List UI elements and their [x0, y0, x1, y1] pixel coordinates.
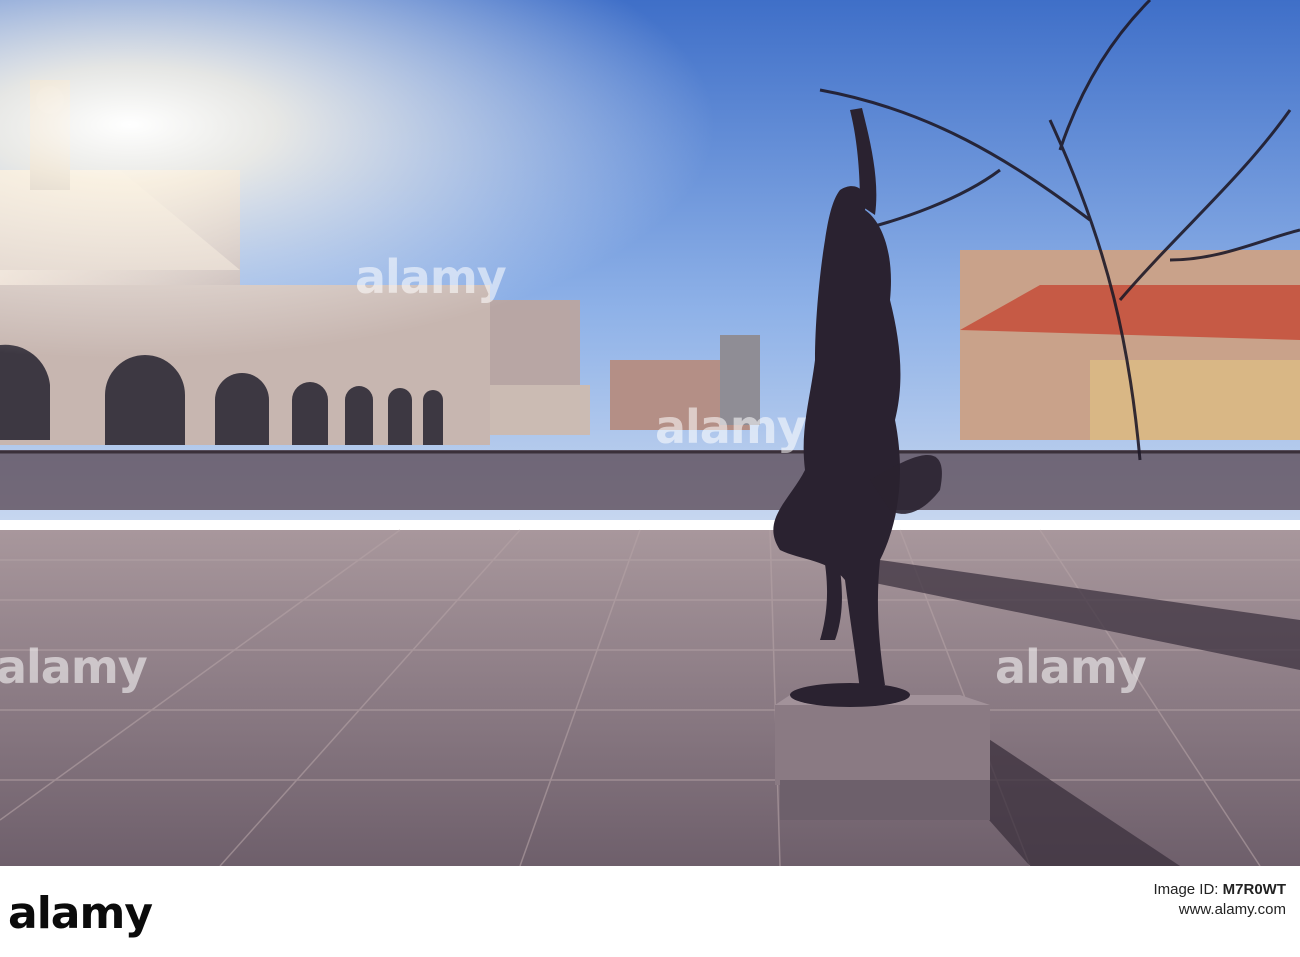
image-id-value: M7R0WT [1222, 881, 1286, 898]
image-id-row: Image ID: M7R0WT [1153, 880, 1286, 900]
site-url: www.alamy.com [1178, 901, 1286, 918]
photograph: alamy alamy alamy alamy [0, 0, 1300, 866]
alamy-logo: alamy [8, 888, 153, 939]
image-id-label: Image ID: [1153, 881, 1219, 898]
photo-scene [0, 0, 1300, 866]
image-info: Image ID: M7R0WT www.alamy.com [1153, 880, 1286, 920]
stock-footer: alamy Image ID: M7R0WT www.alamy.com [0, 866, 1300, 957]
stock-photo-frame: alamy alamy alamy alamy alamy Image ID: … [0, 0, 1300, 957]
